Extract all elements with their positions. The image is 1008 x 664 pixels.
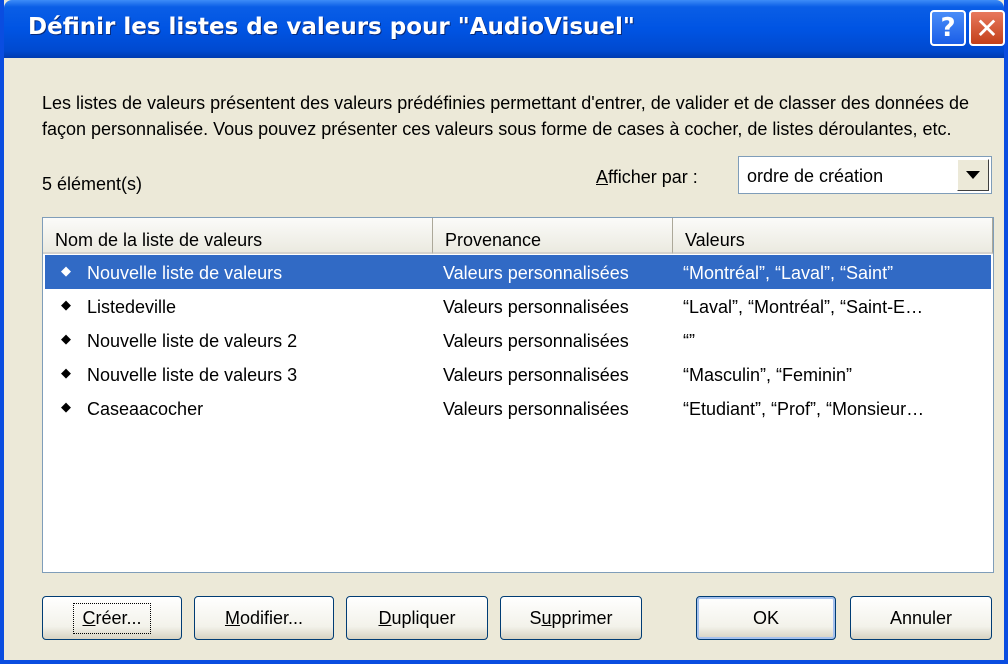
row-name: Caseaacocher: [87, 399, 204, 419]
row-source: Valeurs personnalisées: [443, 365, 629, 385]
item-count: 5 élément(s): [42, 174, 143, 194]
row-source: Valeurs personnalisées: [443, 263, 629, 283]
table-row[interactable]: ◆ Nouvelle liste de valeurs 3 Valeurs pe…: [45, 357, 991, 391]
column-header-name[interactable]: Nom de la liste de valeurs: [43, 218, 433, 254]
grip-icon: ◆: [61, 365, 71, 380]
sort-label-accel: A: [596, 167, 609, 187]
row-values: “Masculin”, “Feminin”: [683, 365, 853, 385]
create-button[interactable]: Créer...: [42, 596, 182, 640]
title-bar[interactable]: Définir les listes de valeurs pour "Audi…: [4, 0, 1005, 58]
sort-label: Afficher par :: [596, 167, 698, 188]
row-source: Valeurs personnalisées: [443, 297, 629, 317]
grip-icon: ◆: [61, 331, 71, 346]
grip-icon: ◆: [61, 263, 71, 278]
row-values: “Laval”, “Montréal”, “Saint-E…: [683, 297, 924, 317]
row-source: Valeurs personnalisées: [443, 331, 629, 351]
duplicate-label: upliquer: [391, 607, 456, 628]
sort-select-value: ordre de création: [747, 166, 884, 186]
sort-select[interactable]: ordre de création: [738, 156, 992, 194]
description-text: Les listes de valeurs présentent des val…: [42, 93, 969, 139]
cancel-button[interactable]: Annuler: [850, 596, 992, 640]
modify-accel: M: [224, 607, 240, 628]
delete-label-pre: S: [529, 607, 542, 628]
table-row[interactable]: ◆ Listedeville Valeurs personnalisées “L…: [45, 289, 991, 323]
row-name: Listedeville: [87, 297, 177, 317]
grip-icon: ◆: [61, 297, 71, 312]
create-label: réer...: [95, 607, 142, 628]
column-header-source[interactable]: Provenance: [433, 218, 673, 254]
row-values: “Montréal”, “Laval”, “Saint”: [683, 263, 894, 283]
column-header-values[interactable]: Valeurs: [673, 218, 993, 254]
duplicate-button[interactable]: Dupliquer: [346, 596, 488, 640]
row-name: Nouvelle liste de valeurs: [87, 263, 283, 283]
duplicate-accel: D: [378, 607, 392, 628]
ok-button[interactable]: OK: [696, 596, 836, 640]
delete-label: pprimer: [551, 607, 613, 628]
table-row[interactable]: ◆ Nouvelle liste de valeurs Valeurs pers…: [45, 255, 991, 289]
delete-button[interactable]: Su pprimer: [500, 596, 642, 640]
create-accel: C: [82, 607, 96, 628]
table-row[interactable]: ◆ Caseaacocher Valeurs personnalisées “E…: [45, 391, 991, 425]
dialog-window: Définir les listes de valeurs pour "Audi…: [0, 0, 1008, 664]
row-name: Nouvelle liste de valeurs 3: [87, 365, 298, 385]
row-values: “Etudiant”, “Prof”, “Monsieur…: [683, 399, 925, 419]
table-header: Nom de la liste de valeurs Provenance Va…: [43, 218, 993, 254]
dropdown-button[interactable]: [957, 159, 989, 191]
help-button[interactable]: ?: [930, 10, 966, 46]
row-source: Valeurs personnalisées: [443, 399, 629, 419]
modify-button[interactable]: Modifier...: [194, 596, 334, 640]
focus-rect: Créer...: [73, 602, 151, 634]
dialog-title: Définir les listes de valeurs pour "Audi…: [28, 14, 635, 40]
chevron-down-icon: [966, 171, 980, 179]
row-values: “”: [683, 331, 695, 351]
sort-label-text: fficher par :: [608, 167, 698, 187]
close-button[interactable]: ✕: [969, 10, 1005, 46]
row-name: Nouvelle liste de valeurs 2: [87, 331, 298, 351]
modify-label: odifier...: [239, 607, 304, 628]
grip-icon: ◆: [61, 399, 71, 414]
close-icon: ✕: [975, 11, 999, 45]
delete-accel: u: [541, 607, 552, 628]
value-lists-table[interactable]: Nom de la liste de valeurs Provenance Va…: [42, 217, 994, 573]
help-icon: ?: [940, 13, 956, 43]
table-row[interactable]: ◆ Nouvelle liste de valeurs 2 Valeurs pe…: [45, 323, 991, 357]
